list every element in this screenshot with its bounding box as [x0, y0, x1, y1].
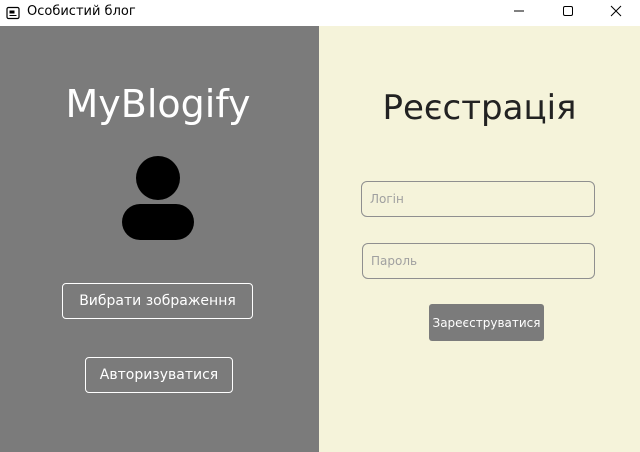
app-window: Особистий блог MyBlogify Вибрати зображе… [0, 0, 640, 452]
app-window-icon [6, 5, 20, 20]
choose-image-label: Вибрати зображення [79, 293, 236, 309]
registration-title: Реєстрація [382, 88, 577, 128]
login-field[interactable] [361, 181, 595, 217]
maximize-button[interactable] [545, 0, 591, 22]
user-avatar-icon [120, 152, 196, 242]
login-button[interactable]: Авторизуватися [85, 357, 233, 393]
minimize-icon [513, 2, 525, 21]
choose-image-button[interactable]: Вибрати зображення [62, 283, 253, 319]
profile-panel: MyBlogify Вибрати зображення Авторизуват… [0, 26, 319, 452]
registration-panel: Реєстрація Зареєструватися [319, 26, 640, 452]
register-button[interactable]: Зареєструватися [429, 304, 544, 341]
window-title: Особистий блог [27, 4, 136, 19]
maximize-icon [562, 2, 574, 21]
title-bar: Особистий блог [0, 0, 640, 26]
close-button[interactable] [593, 0, 639, 22]
close-icon [610, 2, 622, 21]
login-label: Авторизуватися [99, 367, 219, 383]
password-field[interactable] [362, 243, 595, 279]
brand-title: MyBlogify [65, 82, 251, 126]
minimize-button[interactable] [496, 0, 542, 22]
register-label: Зареєструватися [432, 315, 541, 330]
